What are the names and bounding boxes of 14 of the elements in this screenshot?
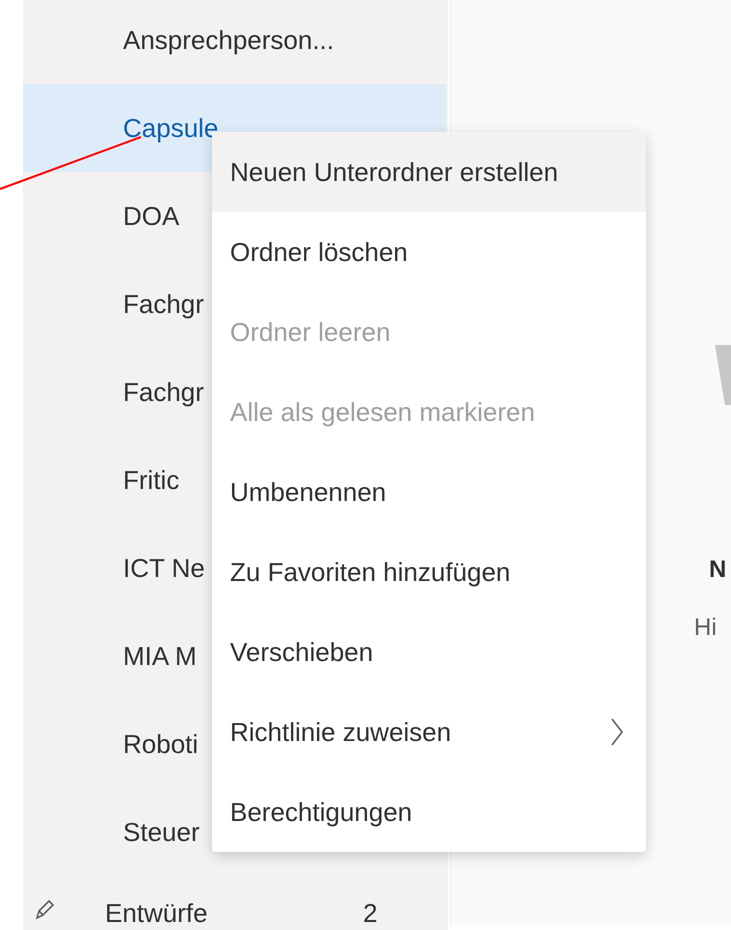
menu-item[interactable]: Ordner löschen xyxy=(212,212,646,292)
pencil-icon xyxy=(33,898,55,922)
menu-item[interactable]: Neuen Unterordner erstellen xyxy=(212,132,646,212)
folder-item[interactable]: Ansprechperson... xyxy=(23,0,448,84)
menu-item[interactable]: Umbenennen xyxy=(212,452,646,532)
menu-item[interactable]: Richtlinie zuweisen xyxy=(212,692,646,772)
illustration-drawing xyxy=(715,345,731,405)
menu-item[interactable]: Berechtigungen xyxy=(212,772,646,852)
menu-item[interactable]: Zu Favoriten hinzufügen xyxy=(212,532,646,612)
unread-count: 2 xyxy=(363,898,378,928)
menu-item[interactable]: Verschieben xyxy=(212,612,646,692)
drafts-folder-label[interactable]: Entwürfe xyxy=(105,898,208,928)
empty-state-title: N xyxy=(709,555,726,585)
empty-state-text: Hi xyxy=(694,613,717,643)
